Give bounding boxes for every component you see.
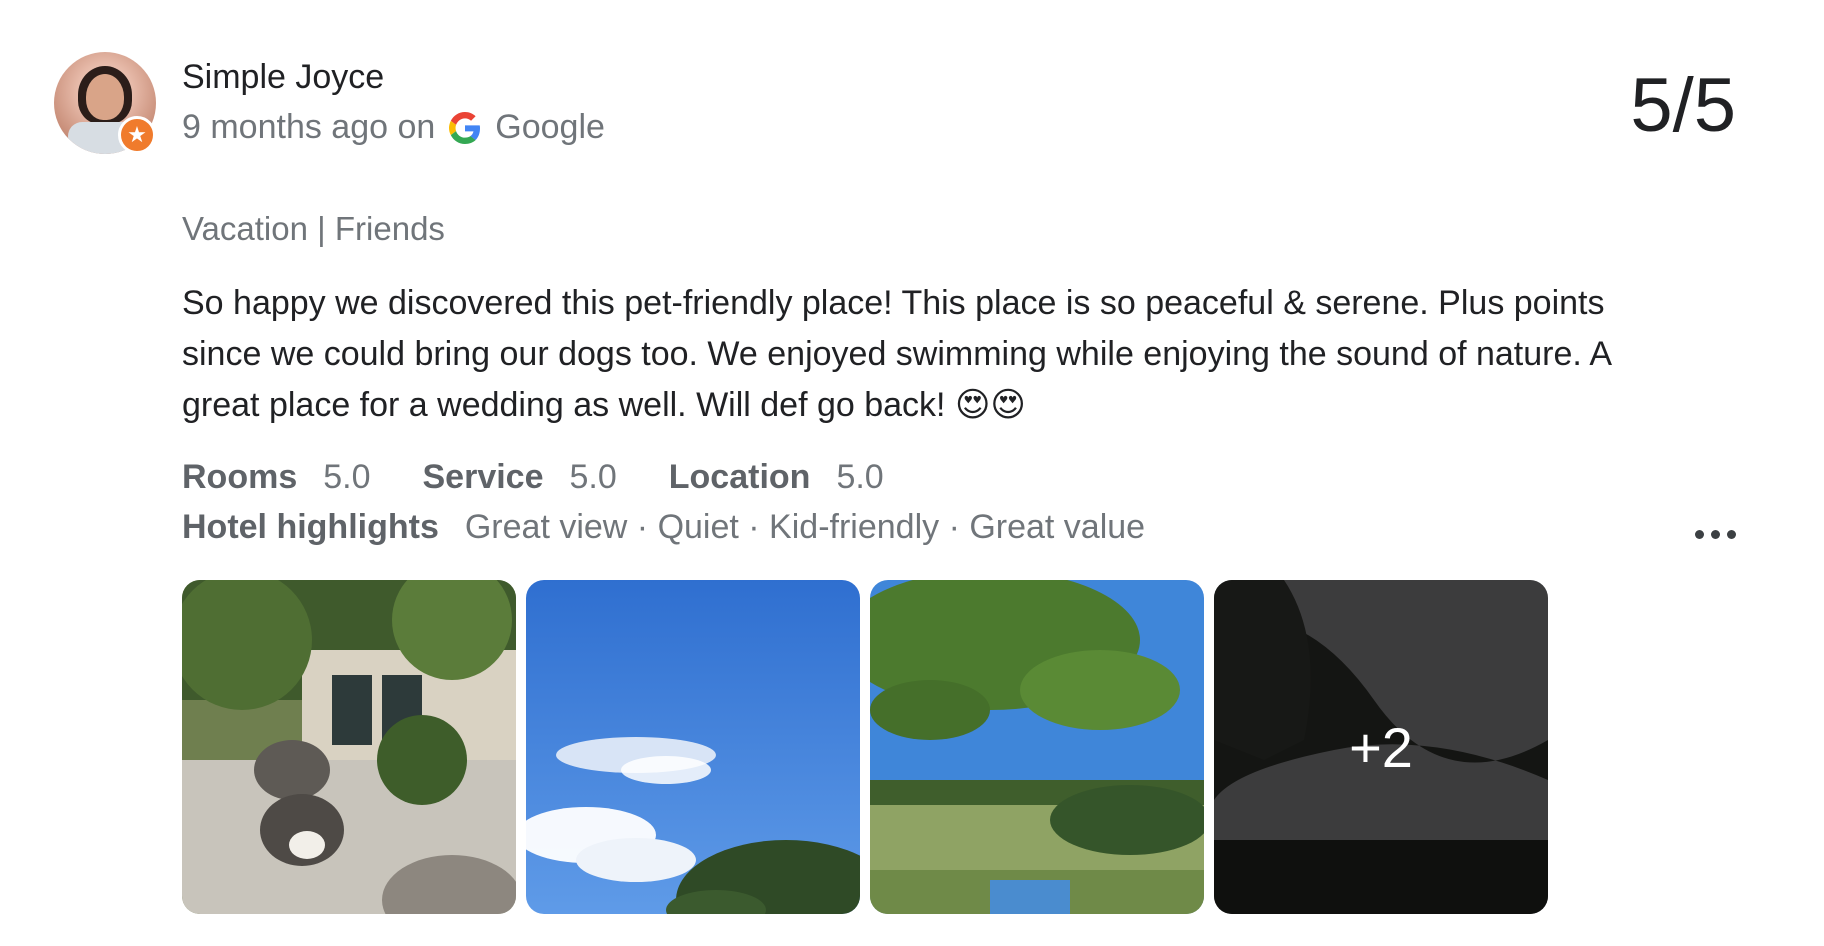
rating-label: Location xyxy=(668,458,811,496)
local-guide-star-icon: ★ xyxy=(118,116,156,154)
review-meta: 9 months ago on Google xyxy=(182,108,605,147)
rating-service: Service 5.0 xyxy=(423,458,617,497)
review-photo-4[interactable]: +2 xyxy=(1214,580,1548,914)
blue-sky-photo xyxy=(526,580,860,914)
highlights-list: Great view · Quiet · Kid-friendly · Grea… xyxy=(464,508,1146,546)
rating-label: Rooms xyxy=(182,458,298,496)
garden-patio-photo xyxy=(182,580,516,914)
more-photos-count: +2 xyxy=(1214,580,1548,914)
rating-value: 5.0 xyxy=(323,458,371,496)
review-text: So happy we discovered this pet-friendly… xyxy=(182,284,1611,424)
review-photo-3[interactable] xyxy=(870,580,1204,914)
highlights-label: Hotel highlights xyxy=(182,508,439,546)
tree-landscape-photo xyxy=(870,580,1204,914)
author-avatar[interactable]: ★ xyxy=(54,52,156,154)
review-source: Google xyxy=(495,108,605,146)
trip-type: Vacation | Friends xyxy=(182,210,445,247)
hotel-highlights: Hotel highlights Great view · Quiet · Ki… xyxy=(182,508,1145,547)
rating-value: 5.0 xyxy=(569,458,617,496)
rating-label: Service xyxy=(422,458,544,496)
rating-value: 5.0 xyxy=(836,458,884,496)
review-time: 9 months ago on xyxy=(182,108,436,146)
more-options-icon[interactable] xyxy=(1695,530,1736,539)
rating-location: Location 5.0 xyxy=(669,458,884,497)
sub-ratings: Rooms 5.0 Service 5.0 Location 5.0 xyxy=(182,458,884,497)
review-photos: +2 xyxy=(182,580,1548,914)
author-name[interactable]: Simple Joyce xyxy=(182,58,384,97)
rating-rooms: Rooms 5.0 xyxy=(182,458,371,497)
review-photo-2[interactable] xyxy=(526,580,860,914)
review-photo-1[interactable] xyxy=(182,580,516,914)
review-card: ★ Simple Joyce 9 months ago on Google 5/… xyxy=(0,0,1824,946)
google-logo-icon xyxy=(449,111,481,144)
review-score: 5/5 xyxy=(1630,63,1736,148)
